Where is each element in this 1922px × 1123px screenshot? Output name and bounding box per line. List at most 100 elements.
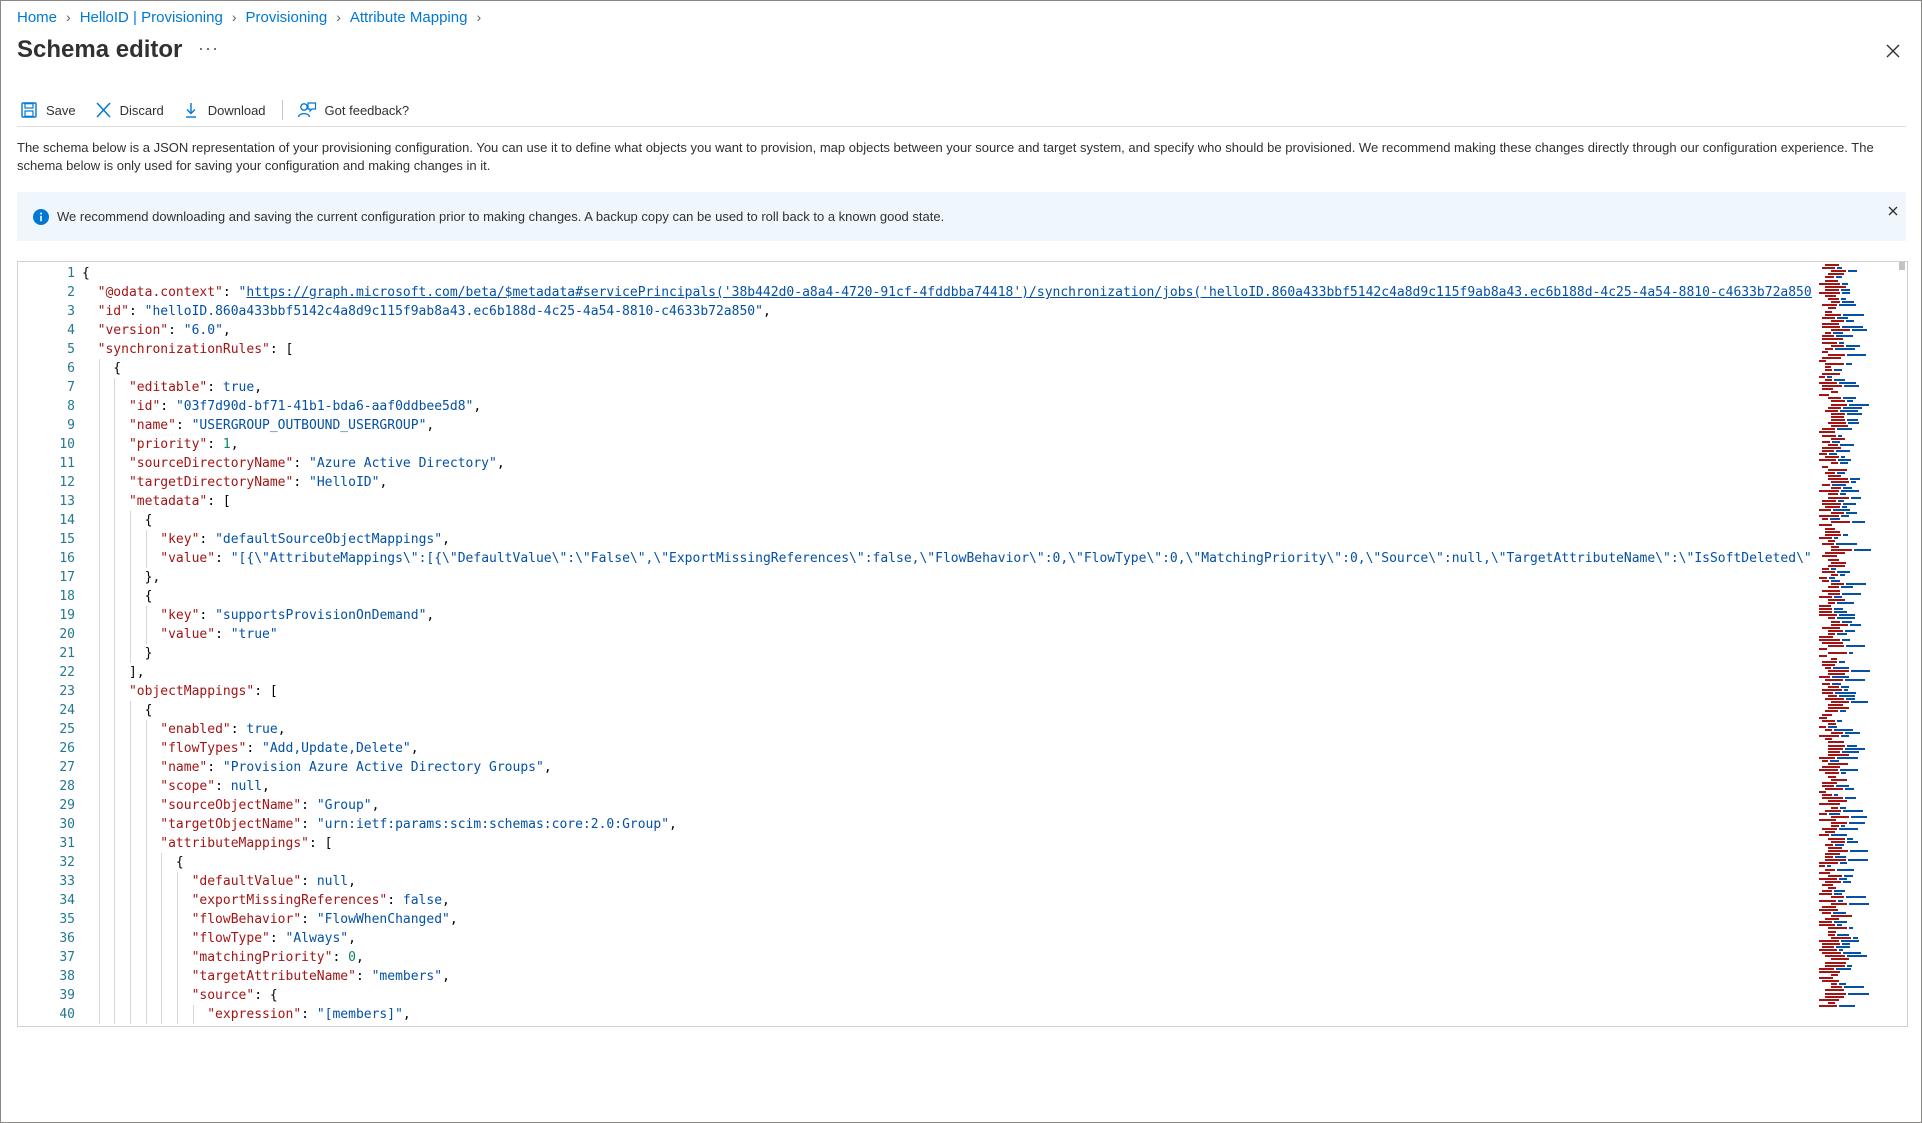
line-number: 26: [59, 741, 75, 756]
minimap-line: [1845, 797, 1856, 800]
minimap-line: [1831, 425, 1848, 428]
minimap-line: [1845, 787, 1854, 790]
feedback-icon: [297, 102, 316, 118]
breadcrumb-provisioning[interactable]: Provisioning: [245, 9, 327, 26]
minimap-line: [1832, 484, 1846, 487]
save-button[interactable]: Save: [20, 101, 76, 119]
minimap-line: [1831, 620, 1840, 623]
minimap-line: [1832, 682, 1841, 685]
breadcrumb-home[interactable]: Home: [17, 9, 57, 26]
minimap-line: [1825, 471, 1835, 474]
minimap[interactable]: [1815, 262, 1899, 1026]
line-number: 36: [59, 931, 75, 946]
minimap-line: [1819, 871, 1830, 874]
minimap-line: [1831, 778, 1847, 781]
json-code-editor[interactable]: 1 2 3 4 5 6 7 8 9 10 11 12 13 14 15 16 17 18 19 20 21 22 23 24 2…: [17, 261, 1908, 1027]
minimap-line: [1851, 481, 1856, 483]
more-options-button[interactable]: ···: [198, 38, 219, 59]
code-line: "value": "[{\"AttributeMappings\":[{\"De…: [160, 551, 1812, 566]
info-icon: [33, 209, 49, 225]
vertical-scrollbar[interactable]: [1899, 262, 1907, 1026]
minimap-line: [1822, 660, 1837, 663]
minimap-line: [1837, 601, 1854, 604]
minimap-line: [1842, 620, 1852, 623]
indent-guide: [146, 720, 147, 1024]
minimap-line: [1849, 902, 1869, 905]
minimap-line: [1825, 285, 1846, 288]
scrollbar-thumb[interactable]: [1899, 262, 1905, 270]
minimap-line: [1822, 952, 1841, 955]
minimap-line: [1837, 570, 1850, 573]
line-number: 5: [67, 342, 75, 357]
code-line: "flowTypes": "Add,Update,Delete",: [160, 741, 419, 756]
minimap-line: [1828, 443, 1838, 446]
minimap-line: [1852, 521, 1865, 524]
minimap-line: [1831, 301, 1840, 304]
code-area[interactable]: { "@odata.context": "https://graph.micro…: [82, 262, 1812, 1026]
feedback-button[interactable]: Got feedback?: [297, 101, 409, 119]
line-number: 14: [59, 513, 75, 528]
minimap-line: [1843, 880, 1851, 883]
minimap-line: [1839, 381, 1856, 384]
minimap-line: [1828, 747, 1843, 750]
minimap-line: [1842, 592, 1861, 595]
breadcrumb-helloid-provisioning[interactable]: HelloID | Provisioning: [80, 9, 223, 26]
minimap-line: [1828, 564, 1845, 567]
minimap-line: [1819, 648, 1827, 651]
minimap-line: [1828, 753, 1849, 756]
minimap-line: [1828, 598, 1845, 601]
download-button[interactable]: Download: [182, 101, 266, 119]
minimap-line: [1822, 484, 1830, 487]
minimap-line: [1825, 369, 1832, 372]
indent-guide: [146, 606, 147, 644]
code-line: {: [82, 513, 153, 528]
minimap-line: [1819, 735, 1839, 738]
minimap-line: [1835, 347, 1855, 350]
minimap-line: [1819, 921, 1832, 924]
minimap-line: [1819, 998, 1839, 1001]
discard-button[interactable]: Discard: [94, 101, 164, 119]
minimap-line: [1831, 546, 1839, 549]
minimap-line: [1819, 769, 1838, 772]
close-icon[interactable]: [1886, 204, 1900, 218]
minimap-line: [1828, 645, 1844, 648]
line-number: 17: [59, 570, 75, 585]
minimap-line: [1822, 828, 1837, 831]
minimap-line: [1825, 964, 1845, 967]
minimap-line: [1819, 834, 1829, 837]
line-number: 4: [67, 323, 75, 338]
minimap-line: [1822, 713, 1832, 716]
minimap-line: [1842, 301, 1854, 304]
minimap-line: [1822, 316, 1835, 319]
minimap-line: [1841, 288, 1850, 291]
indent-guide: [193, 1005, 194, 1024]
code-line: "targetAttributeName": "members",: [191, 969, 450, 984]
minimap-line: [1825, 276, 1834, 279]
minimap-line: [1822, 663, 1835, 666]
line-number: 15: [59, 532, 75, 547]
close-icon[interactable]: [1880, 38, 1906, 64]
minimap-line: [1847, 744, 1857, 747]
minimap-line: [1846, 583, 1866, 586]
minimap-line: [1847, 400, 1853, 403]
minimap-line: [1839, 1004, 1855, 1007]
minimap-line: [1839, 660, 1845, 663]
minimap-line: [1842, 639, 1850, 642]
minimap-line: [1822, 905, 1836, 908]
minimap-line: [1819, 676, 1830, 679]
minimap-line: [1819, 949, 1837, 952]
minimap-line: [1852, 329, 1867, 332]
minimap-line: [1825, 729, 1832, 731]
minimap-line: [1829, 577, 1835, 580]
minimap-line: [1819, 459, 1836, 462]
minimap-line: [1839, 983, 1846, 986]
minimap-line: [1829, 812, 1840, 815]
minimap-line: [1829, 453, 1837, 456]
minimap-line: [1819, 381, 1837, 384]
minimap-line: [1834, 893, 1842, 896]
minimap-line: [1848, 422, 1859, 425]
minimap-line: [1831, 403, 1847, 406]
minimap-line: [1819, 524, 1832, 527]
minimap-line: [1847, 419, 1858, 421]
breadcrumb-attribute-mapping[interactable]: Attribute Mapping: [350, 9, 468, 26]
